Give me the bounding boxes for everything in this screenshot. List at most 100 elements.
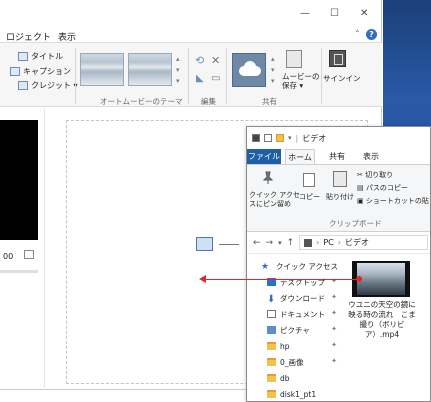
cloud-share-icon[interactable] — [232, 53, 266, 87]
address-separator: › — [316, 238, 320, 247]
quick-access-dropdown-icon[interactable]: ▾ — [288, 134, 292, 142]
nav-item-db[interactable]: db — [247, 370, 345, 386]
select-all-icon[interactable]: ◣ — [196, 73, 204, 84]
nav-item-documents[interactable]: ドキュメント ✦ — [247, 306, 345, 322]
nav-label: db — [280, 373, 290, 383]
trim-icon[interactable]: ▭ — [211, 73, 220, 84]
pictures-icon — [267, 326, 276, 334]
share-expand-icon[interactable]: ▾ — [271, 77, 275, 85]
preview-time: 00 — [3, 252, 14, 261]
caption-button[interactable]: キャプション — [10, 66, 71, 77]
remove-icon[interactable]: ✕ — [211, 54, 220, 67]
pc-icon — [304, 238, 313, 247]
help-icon[interactable]: ? — [366, 29, 377, 40]
credits-button[interactable]: クレジット ▾ — [18, 80, 78, 91]
explorer-title: ビデオ — [302, 133, 327, 143]
theme-thumbnail-2[interactable] — [128, 53, 172, 86]
drag-arrow-line — [204, 279, 362, 280]
title-button[interactable]: タイトル — [18, 51, 63, 62]
copy-icon[interactable] — [303, 173, 315, 187]
tab-share[interactable]: 共有 — [325, 149, 349, 164]
save-movie-icon[interactable] — [286, 50, 302, 68]
folder-icon — [267, 390, 276, 398]
up-icon[interactable]: ↑ — [287, 238, 295, 248]
explorer-app-icon — [252, 134, 260, 142]
pin-marker-icon: ✦ — [331, 325, 337, 333]
nav-item-images[interactable]: 0_画像 ✦ — [247, 354, 345, 370]
video-file-item[interactable]: ウユニの天空の鏡に映る時の流れ こま撮り（ボリビア）.mp4 — [347, 257, 430, 357]
minimize-button[interactable]: — — [300, 8, 310, 19]
paste-button[interactable]: 貼り付け — [326, 192, 354, 202]
address-pc[interactable]: PC — [323, 238, 333, 247]
download-icon: ⬇ — [267, 294, 276, 305]
nav-label: disk1_pt1 — [280, 389, 317, 399]
paste-shortcut-label: ショートカットの貼 — [365, 197, 429, 205]
theme-scroll-down-icon[interactable]: ▾ — [176, 66, 180, 74]
new-folder-icon[interactable] — [276, 134, 284, 142]
nav-label: ダウンロード — [280, 293, 325, 303]
caption-icon — [10, 67, 20, 76]
address-folder[interactable]: ビデオ — [345, 237, 369, 248]
credits-icon — [18, 81, 28, 90]
theme-scroll-up-icon[interactable]: ▴ — [176, 55, 180, 63]
ribbon-separator — [75, 48, 76, 104]
share-scroll-down-icon[interactable]: ▾ — [271, 66, 275, 74]
nav-label: hp — [280, 341, 290, 351]
paste-icon[interactable] — [333, 171, 347, 187]
rotate-icon[interactable]: ⟲ — [195, 54, 204, 67]
credits-label: クレジット ▾ — [31, 81, 78, 90]
folder-icon — [267, 342, 276, 350]
ribbon-collapse-icon[interactable]: ⌃ — [354, 29, 361, 38]
ribbon-separator — [321, 48, 322, 104]
tab-home[interactable]: ホーム — [285, 149, 315, 164]
properties-icon[interactable] — [264, 134, 272, 142]
splitter[interactable] — [44, 108, 45, 390]
address-box[interactable]: › PC › ビデオ — [299, 235, 428, 250]
share-group-label: 共有 — [262, 97, 277, 106]
ribbon-separator — [188, 48, 189, 104]
close-button[interactable]: ✕ — [360, 8, 368, 19]
tab-view[interactable]: 表示 — [359, 149, 383, 164]
video-preview — [0, 120, 38, 240]
themes-group-label: オートムービーのテーマ — [100, 97, 183, 106]
pin-marker-icon: ✦ — [331, 357, 337, 365]
maximize-button[interactable]: ☐ — [330, 8, 339, 19]
nav-item-desktop[interactable]: デスクトップ ✦ — [247, 274, 345, 290]
fullscreen-icon[interactable] — [24, 250, 34, 259]
preview-seek-bar[interactable] — [0, 270, 38, 273]
folder-icon — [267, 374, 276, 382]
nav-label: ドキュメント — [280, 309, 325, 319]
copy-button[interactable]: コピー — [299, 192, 320, 202]
documents-icon — [267, 310, 276, 318]
pin-marker-icon: ✦ — [331, 309, 337, 317]
forward-icon[interactable]: → — [266, 238, 274, 248]
title-label: タイトル — [31, 52, 63, 61]
share-scroll-up-icon[interactable]: ▴ — [271, 55, 275, 63]
cut-button[interactable]: ✂ 切り取り — [357, 170, 393, 180]
theme-expand-icon[interactable]: ▾ — [176, 77, 180, 85]
drop-placeholder-line — [219, 244, 239, 245]
tab-file[interactable]: ファイル — [247, 149, 281, 164]
sign-in-button[interactable]: サインイン — [323, 73, 361, 84]
back-icon[interactable]: ← — [253, 238, 261, 248]
theme-thumbnail-1[interactable] — [80, 53, 124, 86]
nav-item-pictures[interactable]: ピクチャ ✦ — [247, 322, 345, 338]
save-movie-button[interactable]: ムービーの 保存 ▾ — [282, 72, 320, 90]
video-file-name: ウユニの天空の鏡に映る時の流れ こま撮り（ボリビア）.mp4 — [348, 300, 416, 339]
address-separator: › — [337, 238, 341, 247]
add-media-icon — [196, 237, 213, 251]
paste-shortcut-button[interactable]: ▣ ショートカットの貼 — [357, 196, 429, 206]
copy-path-label: パスのコピー — [365, 184, 408, 192]
copy-path-button[interactable]: ▤ パスのコピー — [357, 183, 408, 193]
nav-item-quick-access[interactable]: ★ クイック アクセス — [247, 258, 345, 274]
pin-to-quick-access-button[interactable]: クイック アクセ スにピン留め — [249, 191, 300, 209]
copy-path-icon: ▤ — [357, 184, 364, 192]
sign-in-icon[interactable] — [329, 50, 346, 67]
file-explorer-window: ▾ | ビデオ ファイル ホーム 共有 表示 クイック アクセ スにピン留め コ… — [246, 126, 431, 402]
nav-item-hp[interactable]: hp ✦ — [247, 338, 345, 354]
folder-icon — [267, 358, 276, 366]
recent-dropdown-icon[interactable]: ▾ — [278, 239, 282, 247]
nav-item-downloads[interactable]: ⬇ ダウンロード ✦ — [247, 290, 345, 306]
nav-item-disk1[interactable]: disk1_pt1 — [247, 386, 345, 402]
pin-icon[interactable] — [261, 171, 275, 185]
